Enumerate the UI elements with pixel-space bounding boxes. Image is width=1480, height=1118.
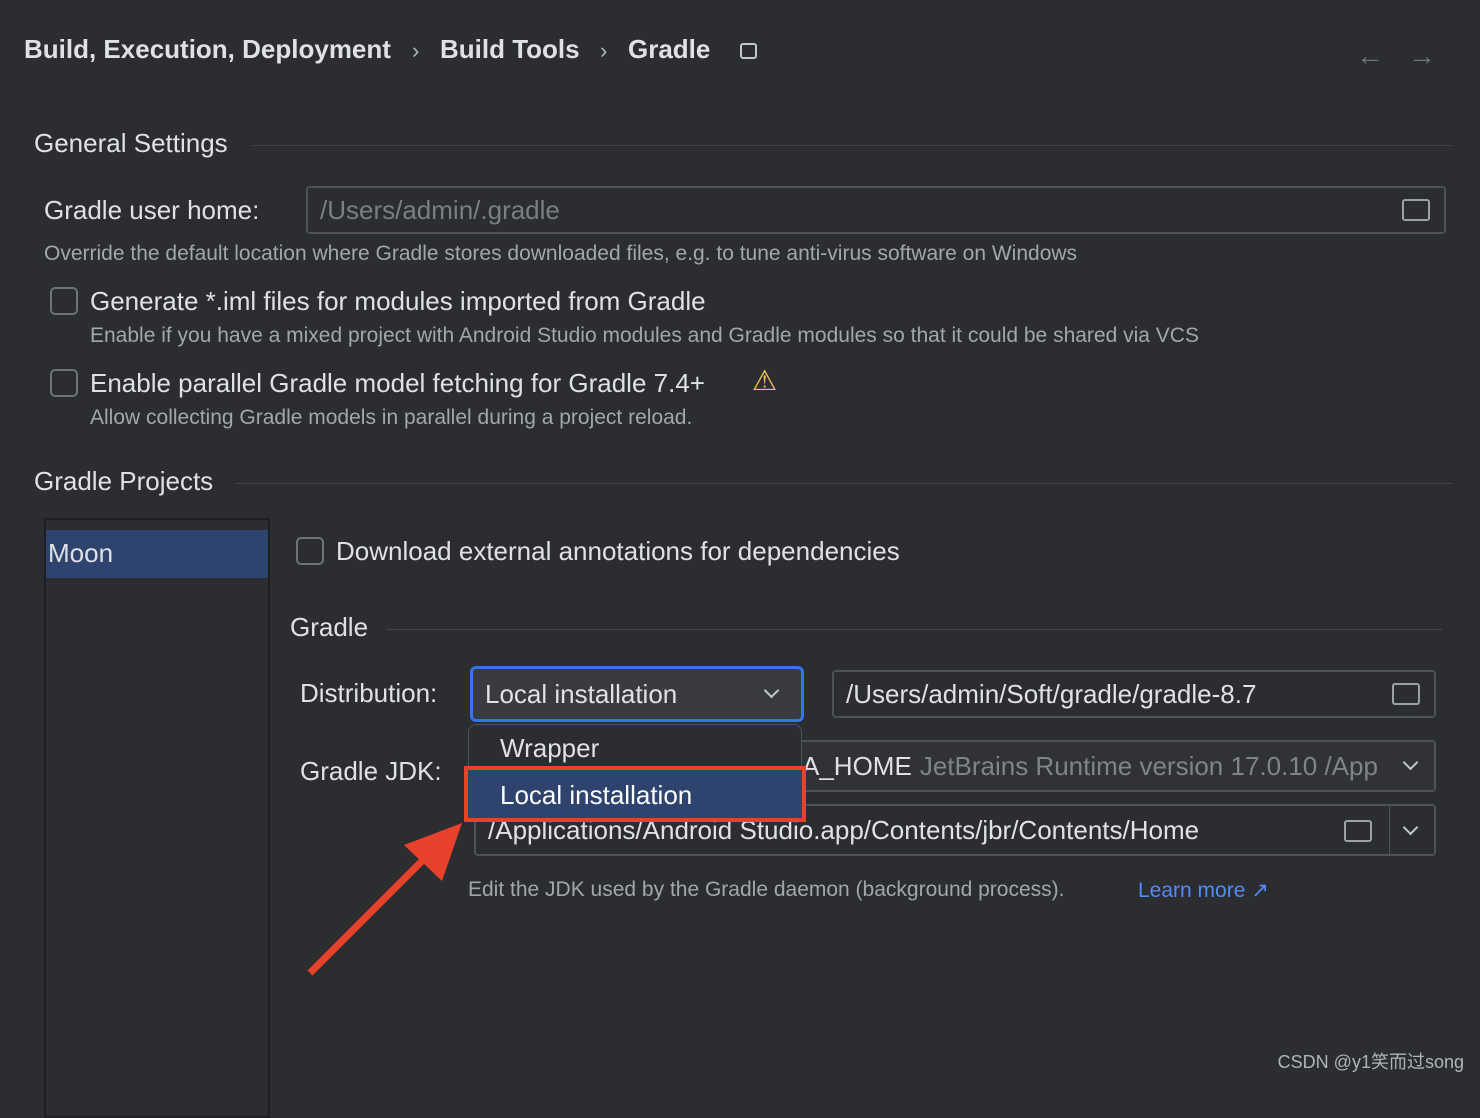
divider [252,145,1452,146]
download-annotations-checkbox[interactable] [296,537,324,565]
gradle-section-title: Gradle [290,612,369,642]
gradle-jdk-label: Gradle JDK: [300,756,442,786]
warning-icon: ⚠ [752,365,778,396]
folder-icon[interactable] [1392,683,1420,705]
user-home-hint: Override the default location where Grad… [44,242,1078,265]
chevron-down-icon[interactable] [1402,819,1419,836]
distribution-path-input[interactable]: /Users/admin/Soft/gradle/gradle-8.7 [832,670,1436,718]
forward-arrow-icon[interactable]: → [1408,40,1436,72]
chevron-down-icon [763,682,780,699]
folder-icon[interactable] [1402,199,1430,221]
watermark: CSDN @y1笑而过song [1277,1052,1464,1072]
jdk-prefix: A_HOME [802,750,912,781]
parallel-hint: Allow collecting Gradle models in parall… [90,406,693,429]
back-arrow-icon[interactable]: ← [1356,40,1384,72]
general-settings-title: General Settings [34,128,228,158]
breadcrumb-build-tools[interactable]: Build Tools [440,34,580,65]
breadcrumb-build-execution[interactable]: Build, Execution, Deployment [24,34,391,65]
iml-label: Generate *.iml files for modules importe… [90,286,706,316]
divider [1389,806,1390,854]
option-local-installation[interactable]: Local installation [464,766,806,822]
option-wrapper[interactable]: Wrapper [469,725,801,771]
divider [236,483,1452,484]
breadcrumb-separator: › [412,38,420,63]
parallel-checkbox[interactable] [50,369,78,397]
gradle-user-home-input[interactable]: /Users/admin/.gradle [306,186,1446,234]
dropdown-value: Local installation [485,678,678,709]
iml-hint: Enable if you have a mixed project with … [90,324,1199,347]
parallel-label: Enable parallel Gradle model fetching fo… [90,368,705,398]
path-value: /Users/admin/Soft/gradle/gradle-8.7 [846,678,1257,709]
distribution-label: Distribution: [300,678,438,708]
window-icon[interactable] [740,43,757,59]
gradle-projects-title: Gradle Projects [34,466,214,496]
project-item-moon[interactable]: Moon [46,530,268,578]
learn-more-link[interactable]: Learn more ↗ [1138,878,1269,903]
chevron-down-icon [1402,754,1419,771]
project-list: Moon [44,518,270,1118]
placeholder: /Users/admin/.gradle [320,194,560,225]
jdk-hint: Edit the JDK used by the Gradle daemon (… [468,878,1065,901]
jdk-detail: JetBrains Runtime version 17.0.10 /App [919,750,1378,781]
folder-icon[interactable] [1344,820,1372,842]
breadcrumb-gradle: Gradle [628,34,711,64]
download-annotations-label: Download external annotations for depend… [336,536,900,566]
iml-checkbox[interactable] [50,287,78,315]
distribution-dropdown[interactable]: Local installation [470,666,804,722]
breadcrumb-separator: › [600,38,608,63]
annotation-arrow [307,823,462,976]
divider [386,629,1442,630]
gradle-user-home-label: Gradle user home: [44,195,260,225]
